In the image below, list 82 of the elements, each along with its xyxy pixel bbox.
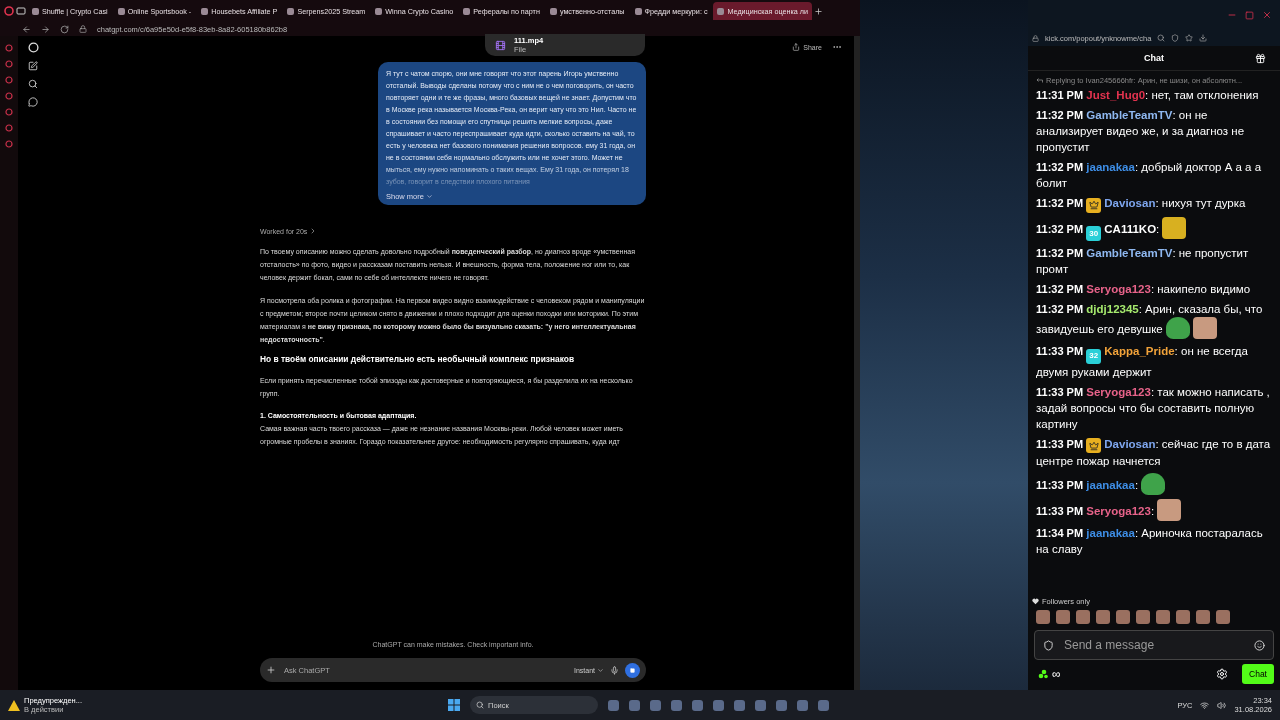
emote-image[interactable]	[1036, 610, 1050, 624]
reply-arrow-icon	[1036, 78, 1043, 83]
new-chat-icon[interactable]	[28, 61, 38, 71]
emote-image[interactable]	[1176, 610, 1190, 624]
volume-icon[interactable]	[1217, 700, 1227, 710]
chat-message: 11:32 PM Seryoga123: накипело видимо	[1036, 282, 1252, 297]
emote-image	[1157, 499, 1182, 521]
gift-icon[interactable]	[1255, 52, 1266, 64]
taskbar-app-icon[interactable]	[608, 699, 619, 711]
shield-icon	[1043, 639, 1054, 651]
subscriber-badge: 30	[1086, 226, 1102, 241]
stop-button[interactable]	[625, 662, 640, 678]
search-icon	[476, 701, 484, 709]
emoji-icon[interactable]	[1254, 639, 1265, 651]
chevron-down-icon	[425, 193, 433, 200]
taskbar-app-icon[interactable]	[776, 699, 787, 711]
chat-message: 11:31 PM Just_Hug0: нет, там отклонения	[1036, 88, 1260, 103]
search-icon[interactable]	[28, 79, 38, 89]
emote-image[interactable]	[1096, 610, 1110, 624]
emote-image[interactable]	[1136, 610, 1150, 624]
taskbar-app-icon[interactable]	[755, 699, 766, 711]
emote-image	[1162, 216, 1187, 239]
network-icon[interactable]	[1200, 700, 1210, 710]
infinity-symbol: ∞	[1052, 667, 1062, 681]
emote-image[interactable]	[1056, 610, 1070, 624]
answer-heading: Но в твоём описании действительно есть необычный комплекс признаков	[260, 354, 576, 364]
stop-icon	[630, 667, 635, 673]
taskbar-app-icon[interactable]	[629, 699, 640, 711]
emote-image[interactable]	[1216, 610, 1230, 624]
taskbar-app-icon[interactable]	[671, 699, 682, 711]
taskbar-app-icon[interactable]	[734, 699, 745, 711]
taskbar-app-icon[interactable]	[797, 699, 808, 711]
taskbar-app-icon[interactable]	[818, 699, 829, 711]
video-file-icon	[495, 39, 506, 51]
forward-icon[interactable]	[41, 24, 50, 34]
close-icon[interactable]	[1262, 10, 1272, 20]
chat-message: 11:32 PM Daviosan: нихуя тут дурка	[1036, 195, 1272, 213]
crown-badge-icon	[1086, 438, 1102, 453]
chat-message: 11:34 PM jaanakaa: Ариночка постаралась на славу	[1036, 526, 1264, 557]
taskbar-app-icon[interactable]	[713, 699, 724, 711]
reload-icon[interactable]	[60, 24, 69, 34]
maximize-icon[interactable]	[1245, 10, 1254, 20]
back-icon[interactable]	[22, 24, 31, 34]
chat-message: 11:33 PM Daviosan: сейчас где то в дата центре пожар начнется	[1036, 436, 1272, 469]
warning-icon	[8, 699, 20, 711]
chat-input-box[interactable]: Send a message	[1034, 630, 1274, 660]
settings-icon[interactable]	[1216, 668, 1228, 680]
taskbar-app-icon[interactable]	[692, 699, 703, 711]
chat-message: 11:33 PM jaanakaa:	[1036, 473, 1272, 495]
users-icon	[1038, 669, 1048, 679]
add-icon[interactable]	[266, 665, 276, 675]
subscriber-badge: 32	[1086, 348, 1102, 364]
heart-icon	[1032, 598, 1039, 605]
taskbar-app-icon[interactable]	[650, 699, 661, 711]
chat-message: 11:33 PM Seryoga123:	[1036, 499, 1272, 521]
bookmark-icon[interactable]	[1185, 34, 1194, 42]
start-icon[interactable]	[448, 699, 460, 711]
share-icon	[792, 43, 801, 51]
emote-image[interactable]	[1156, 610, 1170, 624]
send-chat-button[interactable]: Chat	[1242, 664, 1274, 684]
chat-title: Chat	[1144, 53, 1164, 63]
browser-logo-icon[interactable]	[4, 6, 14, 16]
workspaces-icon[interactable]	[16, 6, 26, 16]
chevron-down-icon	[597, 666, 604, 674]
emote-image	[1141, 473, 1166, 495]
logo-icon[interactable]	[27, 42, 39, 53]
chat-icon[interactable]	[28, 97, 38, 107]
lock-icon	[1032, 34, 1039, 42]
shield-icon[interactable]	[1171, 34, 1180, 42]
lock-icon	[79, 25, 87, 33]
emote-image[interactable]	[1196, 610, 1210, 624]
zoom-icon[interactable]	[1157, 34, 1166, 42]
chat-message: 11:32 PM 30 CA111KO:	[1036, 216, 1272, 241]
crown-badge-icon	[1086, 197, 1102, 213]
emote-image	[1192, 317, 1217, 339]
emote-image[interactable]	[1076, 610, 1090, 624]
new-tab-icon[interactable]	[814, 6, 823, 16]
message-input[interactable]: Send a message	[1062, 637, 1246, 653]
emote-image[interactable]	[1116, 610, 1130, 624]
download-icon[interactable]	[1199, 34, 1208, 42]
microphone-icon[interactable]	[610, 665, 619, 675]
emote-image	[1165, 317, 1190, 339]
